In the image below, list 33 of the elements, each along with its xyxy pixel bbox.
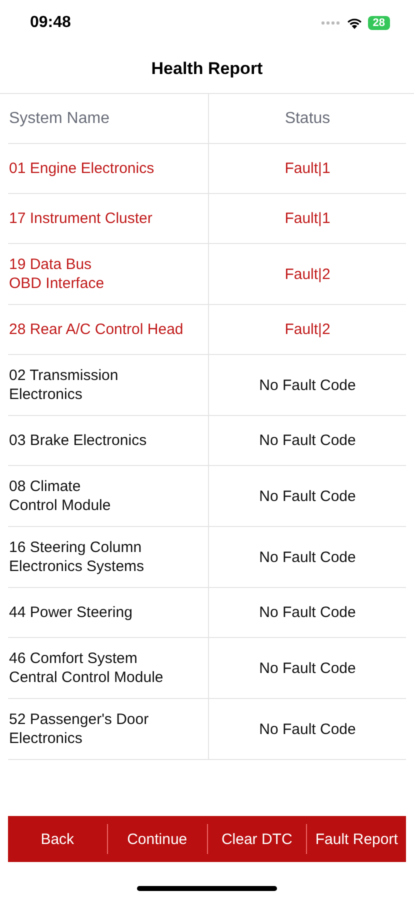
system-name-cell: 19 Data Bus OBD Interface	[8, 244, 209, 304]
action-button[interactable]: Fault Report	[306, 824, 406, 854]
system-name-cell: 44 Power Steering	[8, 588, 209, 637]
page-title: Health Report	[0, 45, 414, 94]
status-cell-text: Fault|1	[284, 159, 332, 179]
system-name-cell: 28 Rear A/C Control Head	[8, 305, 209, 354]
status-cell-text: No Fault Code	[258, 603, 357, 623]
column-header: System Name	[8, 94, 209, 143]
status-cell-text: Fault|2	[284, 320, 332, 340]
status-cell-text: Fault|1	[284, 209, 332, 229]
battery-indicator: 28	[368, 16, 390, 30]
status-cell-text: No Fault Code	[258, 486, 357, 506]
system-name-cell: 52 Passenger's Door Electronics	[8, 699, 209, 759]
system-name-cell: 08 Climate Control Module	[8, 466, 209, 526]
status-cell-text: No Fault Code	[258, 720, 357, 740]
status-cell-text: No Fault Code	[258, 376, 357, 396]
system-name-cell: 01 Engine Electronics	[8, 144, 209, 193]
status-cell-text: Fault|2	[284, 264, 332, 284]
system-name-cell: 03 Brake Electronics	[8, 416, 209, 465]
action-button[interactable]: Continue	[106, 824, 206, 854]
column-header: Status	[284, 109, 332, 129]
status-time: 09:48	[30, 14, 71, 32]
system-name-cell: 46 Comfort System Central Control Module	[8, 638, 209, 698]
system-name-cell: 17 Instrument Cluster	[8, 194, 209, 243]
wifi-icon	[346, 16, 363, 28]
action-button[interactable]: Clear DTC	[206, 824, 306, 854]
system-name-cell: 02 Transmission Electronics	[8, 355, 209, 415]
status-cell-text: No Fault Code	[258, 431, 357, 451]
system-name-cell: 16 Steering Column Electronics Systems	[8, 527, 209, 587]
signal-icon	[320, 20, 341, 24]
status-cell-text: No Fault Code	[258, 658, 357, 678]
status-cell-text: No Fault Code	[258, 548, 357, 568]
action-button[interactable]: Back	[8, 824, 107, 854]
